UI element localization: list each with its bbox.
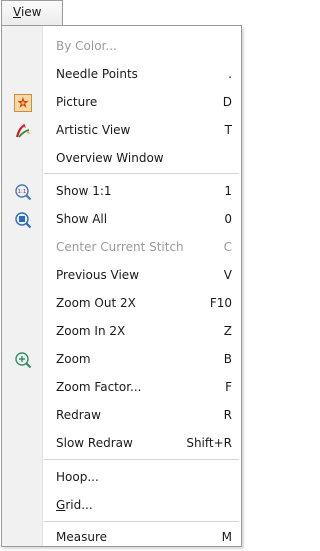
menu-item-slow-redraw[interactable]: Slow Redraw Shift+R	[2, 429, 241, 457]
menu-item-label: Zoom Out 2X	[56, 296, 136, 310]
view-menu-mnemonic: V	[13, 5, 21, 19]
menu-item-grid[interactable]: Grid...	[2, 491, 241, 519]
menu-separator	[44, 459, 239, 460]
menu-item-zoom-out-2x[interactable]: Zoom Out 2X F10	[2, 289, 241, 317]
menu-item-by-color: By Color...	[2, 32, 241, 60]
view-menu-dropdown: By Color... Needle Points . Picture D Ar…	[1, 25, 242, 547]
menu-item-zoom-in-2x[interactable]: Zoom In 2X Z	[2, 317, 241, 345]
menu-item-shortcut: T	[224, 123, 232, 137]
menu-item-shortcut: R	[223, 408, 232, 422]
picture-icon	[14, 94, 32, 112]
menu-item-label: Zoom In 2X	[56, 324, 126, 338]
zoom-1to1-icon: 1:1	[14, 183, 32, 201]
menu-item-shortcut: 0	[224, 212, 232, 226]
menu-item-shortcut: Shift+R	[186, 436, 232, 450]
menu-item-zoom[interactable]: Zoom B	[2, 345, 241, 373]
menu-item-center-current-stitch: Center Current Stitch C	[2, 233, 241, 261]
menu-bar: View	[0, 0, 244, 26]
menu-item-label: Needle Points	[56, 67, 138, 81]
menu-item-label: Center Current Stitch	[56, 240, 184, 254]
menu-item-shortcut: D	[222, 95, 232, 109]
menu-item-label: Zoom	[56, 352, 91, 366]
menu-item-picture[interactable]: Picture D	[2, 88, 241, 116]
view-menu-title[interactable]: View	[1, 0, 63, 25]
menu-item-shortcut: F	[225, 380, 232, 394]
menu-item-label: Redraw	[56, 408, 101, 422]
menu-separator	[44, 521, 239, 522]
menu-item-shortcut: .	[228, 67, 232, 81]
menu-item-shortcut: M	[221, 530, 232, 544]
menu-item-shortcut: V	[223, 268, 232, 282]
menu-item-label: Previous View	[56, 268, 140, 282]
menu-item-label: Grid...	[56, 491, 93, 519]
menu-item-label: Hoop...	[56, 470, 99, 484]
zoom-icon	[14, 351, 32, 369]
menu-item-hoop[interactable]: Hoop...	[2, 463, 241, 491]
menu-item-label: Overview Window	[56, 151, 164, 165]
menu-item-overview-window[interactable]: Overview Window	[2, 144, 241, 172]
menu-item-label: By Color...	[56, 39, 117, 53]
artistic-view-icon	[14, 122, 30, 138]
svg-text:1:1: 1:1	[18, 189, 27, 195]
menu-item-label: Show All	[56, 212, 108, 226]
menu-item-label: Show 1:1	[56, 184, 112, 198]
menu-item-label: Measure	[56, 530, 107, 544]
menu-item-zoom-factor[interactable]: Zoom Factor... F	[2, 373, 241, 401]
menu-item-shortcut: F10	[209, 296, 232, 310]
menu-item-measure[interactable]: Measure M	[2, 523, 241, 551]
zoom-all-icon	[14, 211, 32, 229]
menu-item-label-rest: rid...	[65, 498, 93, 512]
menu-item-show-1-1[interactable]: 1:1 Show 1:1 1	[2, 177, 241, 205]
menu-item-artistic-view[interactable]: Artistic View T	[2, 116, 241, 144]
menu-item-mnemonic: G	[56, 498, 66, 512]
menu-item-redraw[interactable]: Redraw R	[2, 401, 241, 429]
menu-item-shortcut: B	[223, 352, 232, 366]
menu-item-shortcut: Z	[223, 324, 232, 338]
view-menu-title-rest: iew	[20, 5, 42, 19]
menu-separator	[44, 173, 239, 174]
menu-item-needle-points[interactable]: Needle Points .	[2, 60, 241, 88]
menu-item-shortcut: 1	[224, 184, 232, 198]
menu-item-label: Slow Redraw	[56, 436, 133, 450]
menu-item-show-all[interactable]: Show All 0	[2, 205, 241, 233]
menu-item-label: Picture	[56, 95, 98, 109]
menu-item-label: Artistic View	[56, 123, 131, 137]
menu-item-previous-view[interactable]: Previous View V	[2, 261, 241, 289]
menu-item-label: Zoom Factor...	[56, 380, 142, 394]
menu-item-shortcut: C	[223, 240, 232, 254]
